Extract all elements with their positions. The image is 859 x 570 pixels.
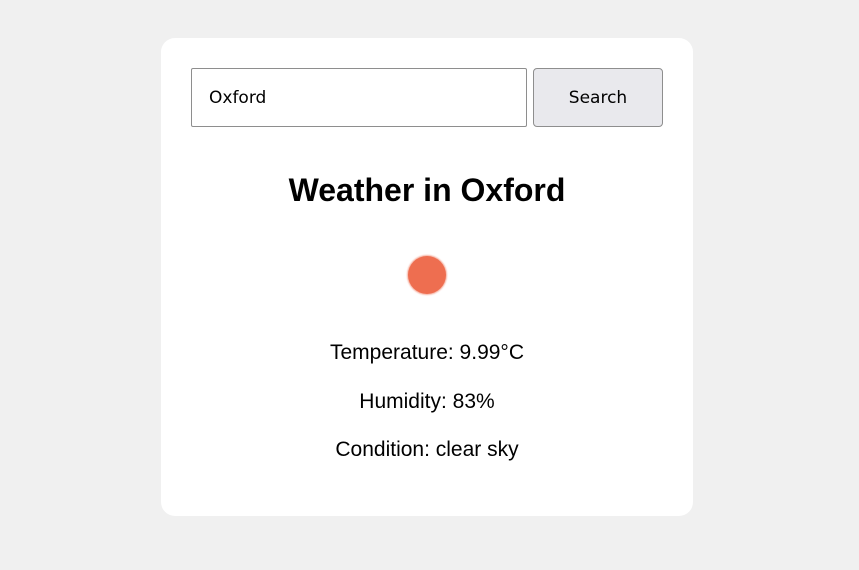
weather-card: Search Weather in Oxford Temperature: 9.… xyxy=(161,38,693,516)
condition-text: Condition: clear sky xyxy=(335,438,519,461)
humidity-text: Humidity: 83% xyxy=(359,390,495,413)
weather-title: Weather in Oxford xyxy=(288,172,566,208)
sun-icon xyxy=(408,256,446,294)
temperature-text: Temperature: 9.99°C xyxy=(330,341,524,364)
search-button[interactable]: Search xyxy=(533,68,663,127)
city-search-input[interactable] xyxy=(191,68,527,127)
